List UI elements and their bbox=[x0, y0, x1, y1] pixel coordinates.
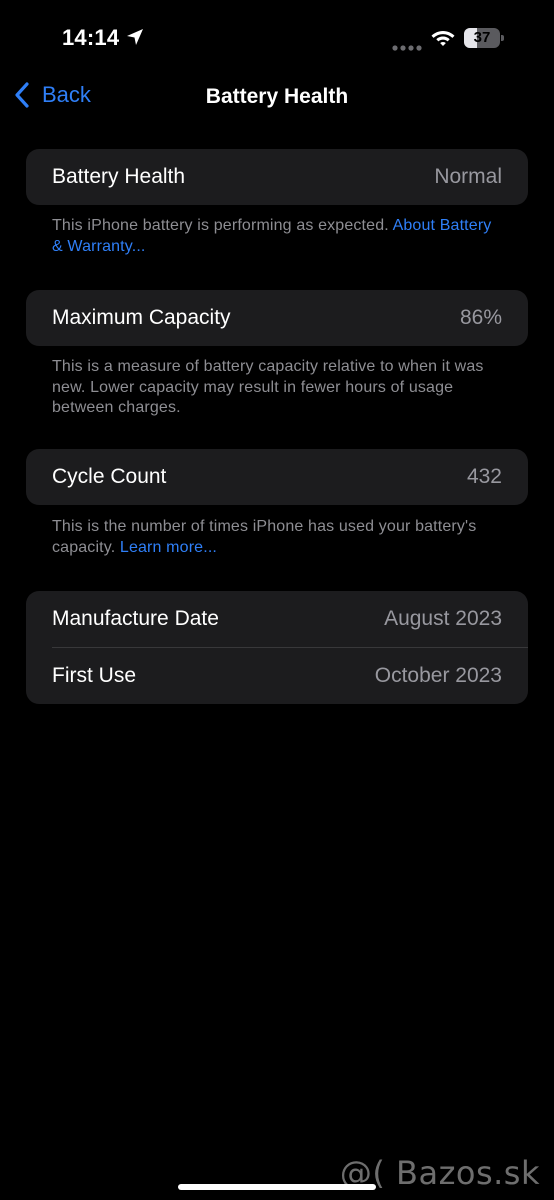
manufacture-date-row: Manufacture Date August 2023 bbox=[26, 591, 528, 647]
manufacture-date-value: August 2023 bbox=[384, 607, 502, 630]
learn-more-link[interactable]: Learn more... bbox=[120, 539, 217, 556]
first-use-value: October 2023 bbox=[374, 664, 502, 687]
maximum-capacity-group: Maximum Capacity 86% bbox=[26, 290, 528, 346]
manufacture-date-label: Manufacture Date bbox=[52, 607, 219, 630]
cycle-count-value: 432 bbox=[466, 465, 502, 488]
wifi-icon bbox=[430, 27, 456, 52]
battery-health-group: Battery Health Normal bbox=[26, 149, 528, 205]
maximum-capacity-row: Maximum Capacity 86% bbox=[26, 290, 528, 346]
first-use-row: First Use October 2023 bbox=[26, 648, 528, 704]
home-indicator[interactable] bbox=[178, 1184, 376, 1190]
first-use-label: First Use bbox=[52, 664, 136, 687]
battery-health-value: Normal bbox=[434, 165, 502, 188]
maximum-capacity-label: Maximum Capacity bbox=[52, 306, 231, 329]
maximum-capacity-footnote: This is a measure of battery capacity re… bbox=[52, 357, 492, 419]
battery-health-footnote: This iPhone battery is performing as exp… bbox=[52, 216, 492, 257]
battery-health-label: Battery Health bbox=[52, 165, 186, 188]
cycle-count-footnote-text: This is the number of times iPhone has u… bbox=[52, 518, 477, 556]
location-arrow-icon bbox=[125, 27, 145, 52]
cycle-count-label: Cycle Count bbox=[52, 465, 167, 488]
cycle-count-footnote: This is the number of times iPhone has u… bbox=[52, 517, 492, 558]
dates-group: Manufacture Date August 2023 First Use O… bbox=[26, 591, 528, 704]
battery-level: 37 bbox=[473, 29, 491, 46]
battery-icon: 37 bbox=[464, 28, 504, 48]
navigation-bar: Back Battery Health bbox=[0, 76, 554, 120]
status-bar: 14:14 37 bbox=[0, 0, 554, 76]
page-title: Battery Health bbox=[205, 85, 349, 108]
maximum-capacity-value: 86% bbox=[459, 306, 502, 329]
status-time: 14:14 bbox=[62, 25, 120, 50]
maximum-capacity-footnote-text: This is a measure of battery capacity re… bbox=[52, 358, 484, 416]
cycle-count-row: Cycle Count 432 bbox=[26, 449, 528, 505]
signal-dots-icon bbox=[392, 38, 422, 56]
cycle-count-group: Cycle Count 432 bbox=[26, 449, 528, 505]
battery-health-footnote-text: This iPhone battery is performing as exp… bbox=[52, 217, 393, 234]
battery-health-row: Battery Health Normal bbox=[26, 149, 528, 205]
